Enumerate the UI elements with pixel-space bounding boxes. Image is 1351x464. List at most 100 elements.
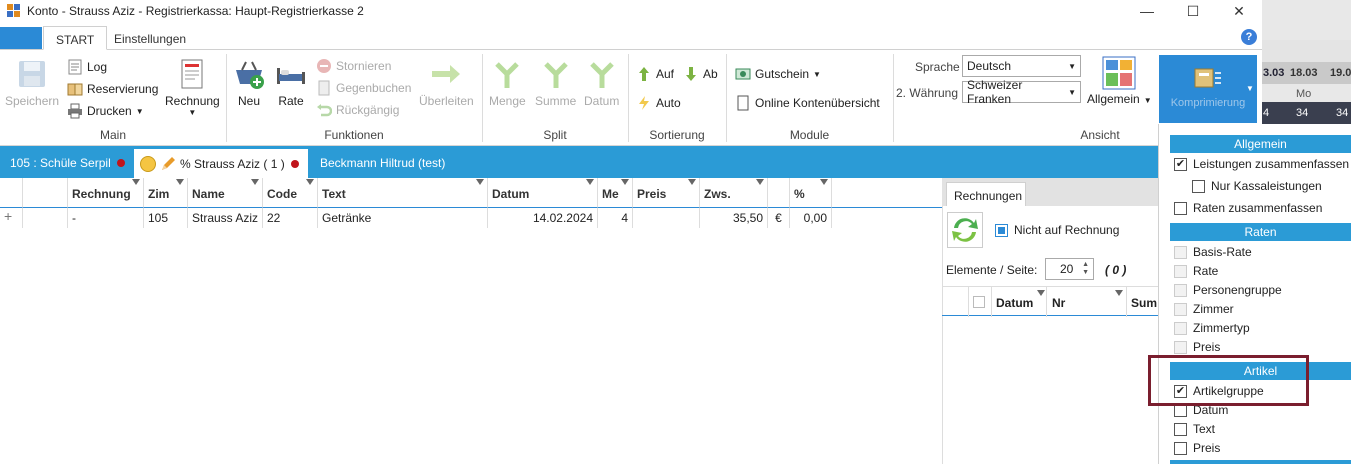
cell-rechnung[interactable]: - (68, 208, 144, 228)
rechnungen-col-nr[interactable]: Nr (1052, 296, 1065, 310)
basis-rate-checkbox[interactable]: Basis-Rate (1174, 245, 1252, 259)
filter-icon[interactable] (756, 179, 764, 185)
sprache-select[interactable]: Deutsch ▼ (962, 55, 1081, 77)
grid-header-zws[interactable]: Zws. (700, 178, 768, 208)
maximize-button[interactable]: ☐ (1170, 0, 1216, 22)
filter-icon[interactable] (306, 179, 314, 185)
filter-icon[interactable] (132, 179, 140, 185)
zimmer-checkbox[interactable]: Zimmer (1174, 302, 1234, 316)
split-summe-button[interactable]: Summe (535, 58, 576, 108)
split-datum-button[interactable]: Datum (584, 58, 619, 108)
save-icon (16, 58, 48, 90)
cell-text[interactable]: Getränke (318, 208, 488, 228)
waehrung-select[interactable]: Schweizer Franken ▼ (962, 78, 1081, 106)
sort-ab-button[interactable]: Ab (683, 66, 718, 82)
split-icon (540, 58, 572, 90)
grid-header-pct[interactable]: % (790, 178, 832, 208)
rate-button[interactable]: Rate (275, 58, 307, 108)
grid-header-name[interactable]: Name (188, 178, 263, 208)
cell-datum[interactable]: 14.02.2024 (488, 208, 598, 228)
filter-icon[interactable] (621, 179, 629, 185)
filter-icon[interactable] (820, 179, 828, 185)
artikel-preis-checkbox[interactable]: Preis (1174, 441, 1220, 455)
nur-kassaleistungen-checkbox[interactable]: Nur Kassaleistungen (1192, 179, 1322, 193)
filter-icon[interactable] (476, 179, 484, 185)
grid-header-datum[interactable]: Datum (488, 178, 598, 208)
artikel-text-checkbox[interactable]: Text (1174, 422, 1215, 436)
filter-icon[interactable] (688, 179, 696, 185)
online-kontenuebersicht-button[interactable]: Online Kontenübersicht (735, 95, 880, 111)
background-calendar (1262, 0, 1351, 124)
leistungen-zusammenfassen-checkbox[interactable]: ✔ Leistungen zusammenfassen (1174, 157, 1349, 171)
cell-name[interactable]: Strauss Aziz (188, 208, 263, 228)
rechnungen-col-sum[interactable]: Sum (1131, 296, 1158, 310)
nicht-auf-rechnung-checkbox[interactable]: Nicht auf Rechnung (995, 223, 1119, 237)
cell-code[interactable]: 22 (263, 208, 318, 228)
document-icon (316, 80, 332, 96)
row-check[interactable] (23, 208, 68, 228)
grid-header-me[interactable]: Me (598, 178, 633, 208)
sort-auf-button[interactable]: Auf (636, 66, 674, 82)
allgemein-view-button[interactable]: Allgemein ▼ (1087, 56, 1152, 106)
filter-icon[interactable] (586, 179, 594, 185)
log-button[interactable]: Log (67, 59, 107, 75)
account-tab-schuele[interactable]: 105 : Schüle Serpil (10, 150, 125, 176)
account-tab-beckmann[interactable]: Beckmann Hiltrud (test) (320, 150, 445, 176)
rate-checkbox[interactable]: Rate (1174, 264, 1218, 278)
refresh-button[interactable] (947, 212, 983, 248)
raten-preis-checkbox[interactable]: Preis (1174, 340, 1220, 354)
undo-icon (316, 102, 333, 118)
grid-header-zim[interactable]: Zim (144, 178, 188, 208)
neu-button[interactable]: Neu (233, 58, 265, 108)
rechnungen-col-datum[interactable]: Datum (996, 296, 1033, 310)
sort-auto-button[interactable]: Auto (636, 95, 681, 111)
sort-auf-label: Auf (656, 67, 675, 81)
komprimierung-button[interactable]: Komprimierung (1159, 55, 1257, 123)
help-icon[interactable]: ? (1241, 29, 1257, 45)
reservierung-label: Reservierung (87, 82, 159, 96)
gegenbuchen-button[interactable]: Gegenbuchen (316, 80, 411, 96)
split-menge-button[interactable]: Menge (489, 58, 526, 108)
filter-icon[interactable] (176, 179, 184, 185)
gutschein-button[interactable]: Gutschein ▼ (735, 66, 821, 82)
filter-icon[interactable] (1037, 290, 1045, 296)
grid-header-text[interactable]: Text (318, 178, 488, 208)
filter-icon[interactable] (1115, 290, 1123, 296)
reservierung-button[interactable]: Reservierung (67, 81, 158, 97)
personengruppe-checkbox[interactable]: Personengruppe (1174, 283, 1282, 297)
arrow-right-icon (430, 58, 462, 90)
cell-zws[interactable]: 35,50 (700, 208, 768, 228)
tab-einstellungen[interactable]: Einstellungen (102, 26, 198, 50)
elemente-stepper[interactable]: 20 ▲ ▼ (1045, 258, 1094, 280)
cell-pct[interactable]: 0,00 (790, 208, 832, 228)
spin-icon[interactable]: ▲ ▼ (1082, 261, 1089, 277)
row-expander[interactable]: + (0, 208, 23, 228)
select-all-checkbox[interactable] (973, 296, 985, 308)
account-tab-strauss[interactable]: % Strauss Aziz ( 1 ) (134, 149, 308, 178)
rate-label: Rate (278, 94, 304, 108)
cell-zim[interactable]: 105 (144, 208, 188, 228)
cell-preis[interactable] (633, 208, 700, 228)
tab-start[interactable]: START (43, 26, 108, 50)
file-tab[interactable] (0, 27, 42, 49)
ueberleiten-button[interactable]: Überleiten (419, 58, 474, 108)
speichern-button[interactable]: Speichern (5, 58, 59, 108)
section-next (1170, 460, 1351, 464)
zimmertyp-checkbox[interactable]: Zimmertyp (1174, 321, 1250, 335)
stornieren-button[interactable]: Stornieren (316, 58, 391, 74)
cell-me[interactable]: 4 (598, 208, 633, 228)
minimize-button[interactable]: — (1124, 0, 1170, 22)
grid-header-code[interactable]: Code (263, 178, 318, 208)
close-button[interactable]: ✕ (1216, 0, 1262, 22)
filter-icon[interactable] (251, 179, 259, 185)
tab-rechnungen[interactable]: Rechnungen (946, 182, 1026, 206)
grid-header-preis[interactable]: Preis (633, 178, 700, 208)
artikel-datum-checkbox[interactable]: Datum (1174, 403, 1228, 417)
raten-zusammenfassen-checkbox[interactable]: Raten zusammenfassen (1174, 201, 1322, 215)
grid-header-rechnung[interactable]: Rechnung (68, 178, 144, 208)
drucken-button[interactable]: Drucken ▼ (67, 103, 144, 119)
artikelgruppe-checkbox[interactable]: ✔ Artikelgruppe (1174, 384, 1264, 398)
rueckgaengig-button[interactable]: Rückgängig (316, 102, 399, 118)
rechnung-button[interactable]: Rechnung ▼ (165, 58, 220, 117)
drucken-label: Drucken (87, 104, 132, 118)
